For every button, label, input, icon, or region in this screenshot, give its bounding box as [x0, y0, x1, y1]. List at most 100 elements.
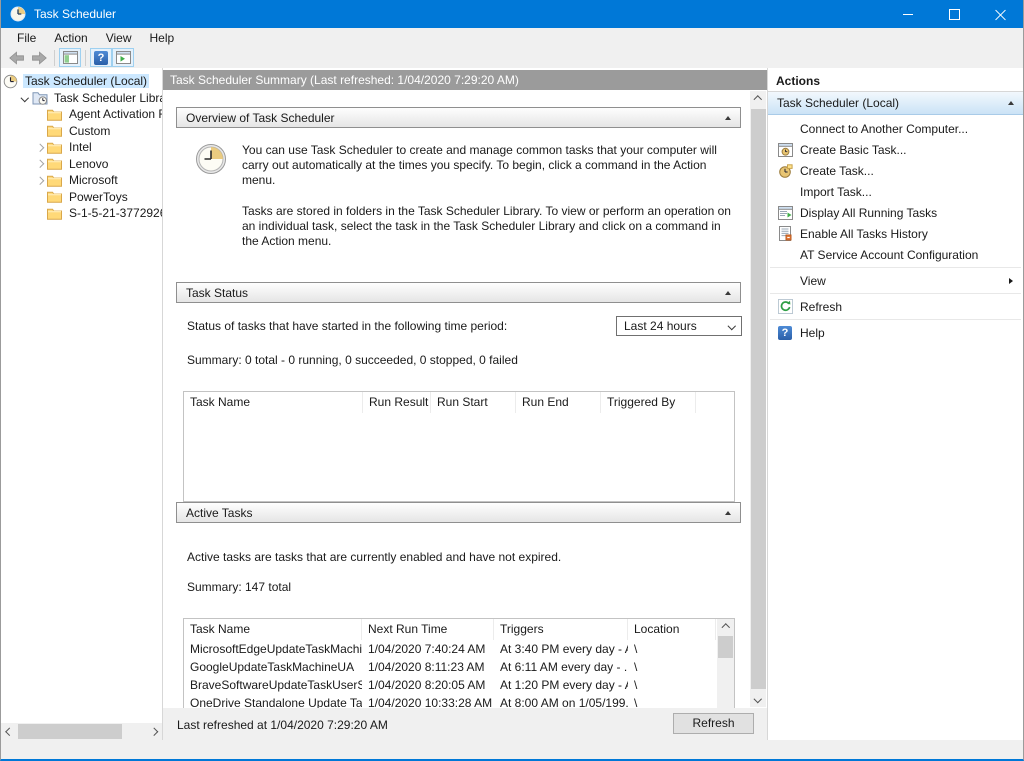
maximize-icon — [949, 9, 960, 20]
close-button[interactable] — [977, 0, 1023, 28]
column-header-location[interactable]: Location — [628, 619, 716, 640]
title-bar: Task Scheduler — [1, 0, 1023, 28]
scroll-up-arrow[interactable] — [717, 619, 734, 636]
scroll-down-arrow[interactable] — [717, 700, 734, 708]
window-title: Task Scheduler — [34, 7, 116, 21]
tree-item-lenovo[interactable]: Lenovo — [1, 156, 162, 173]
minimize-button[interactable] — [885, 0, 931, 28]
active-tasks-table[interactable]: Task NameNext Run TimeTriggersLocation M… — [183, 618, 735, 708]
menu-view[interactable]: View — [97, 29, 141, 47]
action-item-label: Connect to Another Computer... — [800, 122, 968, 136]
column-header-triggered-by[interactable]: Triggered By — [601, 392, 696, 413]
table-cell: GoogleUpdateTaskMachineUA — [184, 660, 362, 674]
tree-expand-chevron-icon[interactable] — [18, 95, 32, 101]
time-period-dropdown[interactable]: Last 24 hours — [616, 316, 742, 336]
tree-item-task-scheduler-library[interactable]: Task Scheduler Library — [1, 90, 162, 107]
forward-button[interactable] — [28, 48, 50, 67]
overview-section-header[interactable]: Overview of Task Scheduler — [176, 107, 741, 128]
show-console-tree-button[interactable] — [59, 48, 81, 67]
action-help[interactable]: ? Help — [768, 322, 1023, 343]
scroll-up-arrow[interactable] — [750, 91, 767, 108]
tree-expand-chevron-icon[interactable] — [33, 145, 47, 151]
task-status-table[interactable]: Task NameRun ResultRun StartRun EndTrigg… — [183, 391, 735, 502]
column-header-task-name[interactable]: Task Name — [184, 619, 362, 640]
collapse-icon[interactable] — [725, 116, 731, 120]
action-create-basic-task[interactable]: Create Basic Task... — [768, 139, 1023, 160]
action-display-all-running-tasks[interactable]: Display All Running Tasks — [768, 202, 1023, 223]
active-tasks-section: Active Tasks Active tasks are tasks that… — [176, 502, 741, 708]
table-row[interactable]: MicrosoftEdgeUpdateTaskMachine...1/04/20… — [184, 640, 717, 658]
action-view[interactable]: View — [768, 270, 1023, 291]
tree-item-label: Custom — [67, 124, 112, 138]
tree-expand-chevron-icon[interactable] — [33, 161, 47, 167]
scroll-right-arrow[interactable] — [145, 723, 162, 740]
collapse-icon[interactable] — [725, 291, 731, 295]
tree-item-custom[interactable]: Custom — [1, 123, 162, 140]
action-item-label: Create Basic Task... — [800, 143, 907, 157]
table-row[interactable]: GoogleUpdateTaskMachineUA1/04/2020 8:11:… — [184, 658, 717, 676]
action-enable-all-tasks-history[interactable]: Enable All Tasks History — [768, 223, 1023, 244]
collapse-icon[interactable] — [1008, 101, 1014, 105]
column-header-next-run-time[interactable]: Next Run Time — [362, 619, 494, 640]
display-running-tasks-icon — [777, 205, 793, 220]
tree-expand-chevron-icon[interactable] — [33, 178, 47, 184]
tree-item-label: Agent Activation Runt — [67, 107, 162, 121]
column-header-run-end[interactable]: Run End — [516, 392, 601, 413]
back-button[interactable] — [6, 48, 28, 67]
summary-vertical-scrollbar[interactable] — [750, 91, 766, 707]
folder-icon — [47, 123, 63, 138]
scroll-thumb[interactable] — [18, 724, 122, 739]
table-vertical-scrollbar[interactable] — [717, 619, 734, 708]
task-status-section-header[interactable]: Task Status — [176, 282, 741, 303]
time-period-label: Status of tasks that have started in the… — [187, 319, 507, 333]
show-action-pane-button[interactable] — [112, 48, 134, 67]
action-at-service-account-configuration[interactable]: AT Service Account Configuration — [768, 244, 1023, 265]
close-icon — [995, 9, 1006, 20]
menu-file[interactable]: File — [8, 29, 45, 47]
help-button[interactable]: ? — [90, 48, 112, 67]
action-refresh[interactable]: Refresh — [768, 296, 1023, 317]
action-connect-to-another-computer[interactable]: Connect to Another Computer... — [768, 118, 1023, 139]
tree-item-task-scheduler-local[interactable]: Task Scheduler (Local) — [1, 73, 162, 90]
collapse-icon[interactable] — [725, 511, 731, 515]
help-icon: ? — [94, 51, 108, 65]
table-cell: 1/04/2020 8:11:23 AM — [362, 660, 494, 674]
active-tasks-description: Active tasks are tasks that are currentl… — [187, 550, 741, 564]
tree-item-label: Task Scheduler (Local) — [23, 74, 149, 88]
scroll-down-arrow[interactable] — [750, 690, 767, 707]
table-row[interactable]: BraveSoftwareUpdateTaskUserS-1-...1/04/2… — [184, 676, 717, 694]
tree-item-label: Lenovo — [67, 157, 110, 171]
scroll-left-arrow[interactable] — [1, 723, 18, 740]
tree-horizontal-scrollbar[interactable] — [1, 723, 162, 740]
table-cell: At 1:20 PM every day - A... — [494, 678, 628, 692]
console-tree-icon — [63, 51, 78, 64]
tree-item-powertoys[interactable]: PowerToys — [1, 189, 162, 206]
action-item-label: AT Service Account Configuration — [800, 248, 978, 262]
column-header-run-start[interactable]: Run Start — [431, 392, 516, 413]
menu-action[interactable]: Action — [45, 29, 96, 47]
action-create-task[interactable]: Create Task... — [768, 160, 1023, 181]
scroll-thumb[interactable] — [751, 109, 766, 689]
tree-item-agent-activation-runt[interactable]: Agent Activation Runt — [1, 106, 162, 123]
active-tasks-section-header[interactable]: Active Tasks — [176, 502, 741, 523]
active-tasks-rows: MicrosoftEdgeUpdateTaskMachine...1/04/20… — [184, 640, 717, 708]
maximize-button[interactable] — [931, 0, 977, 28]
column-header-triggers[interactable]: Triggers — [494, 619, 628, 640]
actions-group-header[interactable]: Task Scheduler (Local) — [768, 92, 1023, 115]
tree-item-s-1-5-21-3772926790[interactable]: S-1-5-21-3772926790- — [1, 205, 162, 222]
overview-paragraph-2: Tasks are stored in folders in the Task … — [242, 204, 731, 249]
table-row[interactable]: OneDrive Standalone Update Task-...1/04/… — [184, 694, 717, 708]
actions-title: Actions — [768, 70, 1023, 92]
tree-item-intel[interactable]: Intel — [1, 139, 162, 156]
column-header-task-name[interactable]: Task Name — [184, 392, 363, 413]
action-import-task[interactable]: Import Task... — [768, 181, 1023, 202]
active-tasks-body: Active tasks are tasks that are currentl… — [176, 523, 741, 708]
action-item-label: Help — [800, 326, 825, 340]
menu-help[interactable]: Help — [141, 29, 184, 47]
help-icon: ? — [777, 325, 793, 340]
tree-item-microsoft[interactable]: Microsoft — [1, 172, 162, 189]
scroll-thumb[interactable] — [718, 636, 733, 658]
column-header-run-result[interactable]: Run Result — [363, 392, 431, 413]
refresh-button[interactable]: Refresh — [673, 713, 754, 734]
table-cell: MicrosoftEdgeUpdateTaskMachine... — [184, 642, 362, 656]
